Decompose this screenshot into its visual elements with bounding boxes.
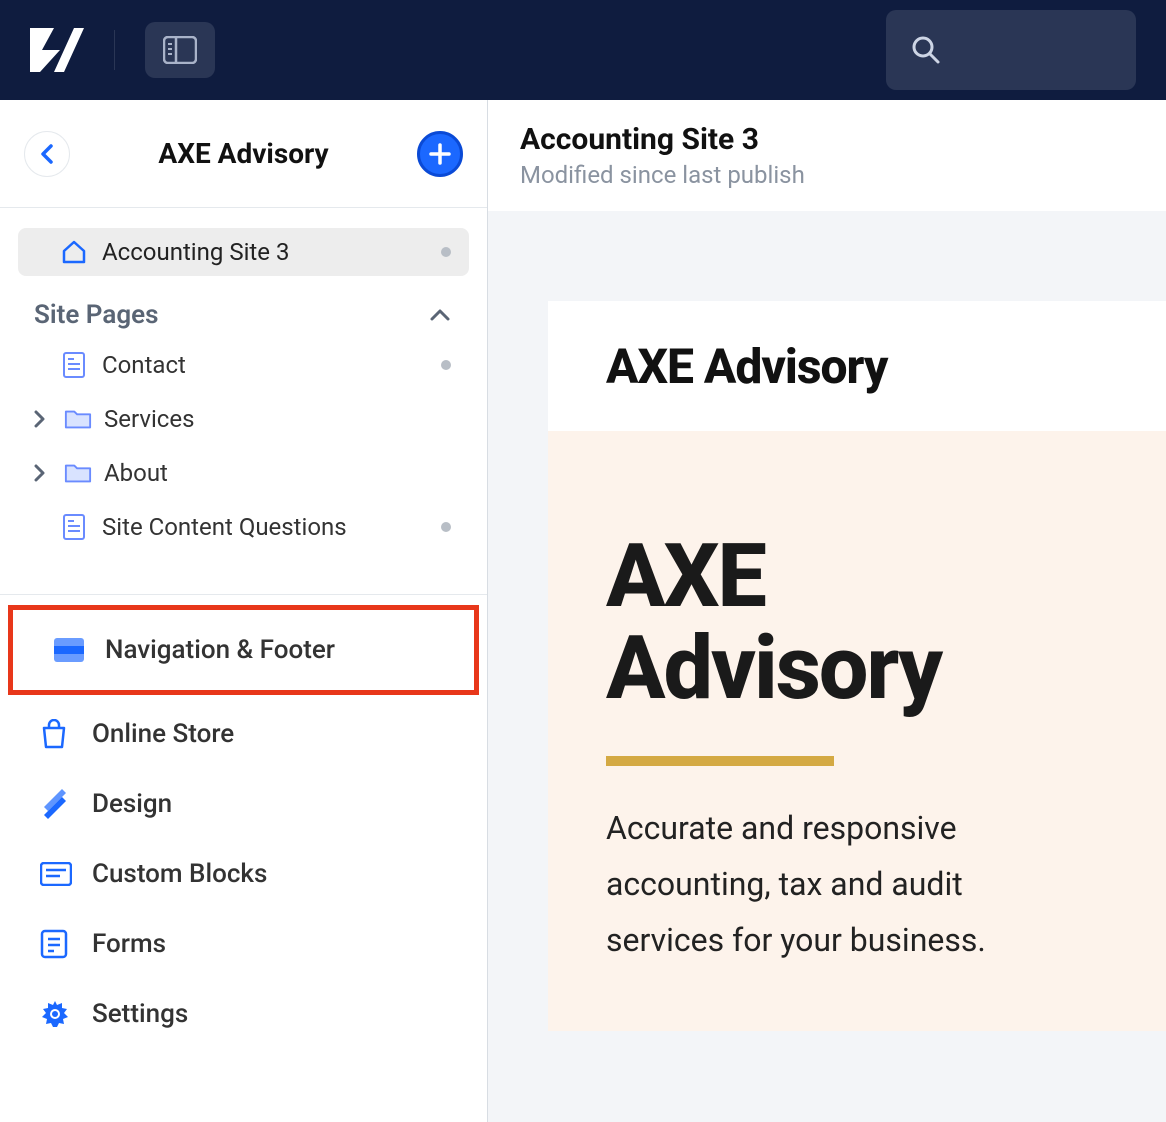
forms-icon bbox=[40, 929, 72, 959]
site-pages-toggle[interactable]: Site Pages bbox=[18, 276, 469, 338]
chevron-right-icon bbox=[34, 410, 46, 428]
page-label: Services bbox=[104, 405, 451, 433]
topbar-divider bbox=[114, 30, 115, 70]
sidebar-header: AXE Advisory bbox=[0, 100, 487, 208]
modified-dot bbox=[441, 522, 451, 532]
menu-forms[interactable]: Forms bbox=[0, 909, 487, 979]
expand-chevron[interactable] bbox=[28, 464, 52, 482]
menu-online-store[interactable]: Online Store bbox=[0, 699, 487, 769]
menu-navigation-footer[interactable]: Navigation & Footer bbox=[13, 610, 474, 690]
site-header-block[interactable]: AXE Advisory bbox=[548, 301, 1166, 431]
page-item-contact[interactable]: Contact bbox=[18, 338, 469, 392]
page-label: Site Content Questions bbox=[102, 513, 429, 541]
preview-title: Accounting Site 3 bbox=[520, 122, 1134, 157]
site-hero-block[interactable]: AXE Advisory Accurate and responsive acc… bbox=[548, 431, 1166, 1031]
home-page-label: Accounting Site 3 bbox=[102, 238, 427, 266]
app-logo bbox=[30, 28, 84, 72]
menu-label: Settings bbox=[92, 999, 188, 1029]
chevron-up-icon bbox=[429, 308, 451, 322]
highlight-annotation: Navigation & Footer bbox=[8, 605, 479, 695]
folder-icon bbox=[64, 407, 92, 431]
site-header-text: AXE Advisory bbox=[606, 338, 887, 395]
blocks-icon bbox=[40, 862, 72, 886]
topbar bbox=[0, 0, 1166, 100]
expand-chevron[interactable] bbox=[28, 410, 52, 428]
modified-dot bbox=[441, 360, 451, 370]
main: AXE Advisory Accounting Site 3 Site Page… bbox=[0, 100, 1166, 1122]
menu-custom-blocks[interactable]: Custom Blocks bbox=[0, 839, 487, 909]
search-button[interactable] bbox=[886, 10, 1136, 90]
sidebar-menu: Navigation & Footer Online Store Design bbox=[0, 594, 487, 1049]
home-page-row[interactable]: Accounting Site 3 bbox=[18, 228, 469, 276]
panel-toggle-button[interactable] bbox=[145, 22, 215, 78]
folder-icon bbox=[64, 461, 92, 485]
hero-body: Accurate and responsive accounting, tax … bbox=[606, 800, 1066, 968]
back-button[interactable] bbox=[24, 131, 70, 177]
panel-icon bbox=[163, 36, 197, 64]
menu-label: Custom Blocks bbox=[92, 859, 267, 889]
menu-design[interactable]: Design bbox=[0, 769, 487, 839]
gear-icon bbox=[40, 999, 72, 1029]
sidebar-body: Accounting Site 3 Site Pages Contact bbox=[0, 208, 487, 554]
preview-canvas: AXE Advisory AXE Advisory Accurate and r… bbox=[488, 211, 1166, 1122]
document-icon bbox=[62, 513, 90, 541]
search-icon bbox=[910, 34, 942, 66]
shopping-bag-icon bbox=[40, 719, 72, 749]
chevron-right-icon bbox=[34, 464, 46, 482]
menu-label: Design bbox=[92, 789, 172, 819]
add-button[interactable] bbox=[417, 131, 463, 177]
page-label: Contact bbox=[102, 351, 429, 379]
preview-pane: Accounting Site 3 Modified since last pu… bbox=[488, 100, 1166, 1122]
hero-underline bbox=[606, 756, 834, 766]
site-pages-label: Site Pages bbox=[34, 300, 158, 330]
page-item-services[interactable]: Services bbox=[18, 392, 469, 446]
menu-label: Online Store bbox=[92, 719, 234, 749]
document-icon bbox=[62, 351, 90, 379]
navigation-icon bbox=[53, 637, 85, 663]
page-item-site-content-questions[interactable]: Site Content Questions bbox=[18, 500, 469, 554]
chevron-left-icon bbox=[40, 144, 54, 164]
menu-settings[interactable]: Settings bbox=[0, 979, 487, 1049]
preview-subtitle: Modified since last publish bbox=[520, 161, 1134, 189]
design-icon bbox=[40, 789, 72, 819]
home-icon bbox=[60, 238, 88, 266]
menu-label: Navigation & Footer bbox=[105, 635, 335, 665]
page-item-about[interactable]: About bbox=[18, 446, 469, 500]
sidebar: AXE Advisory Accounting Site 3 Site Page… bbox=[0, 100, 488, 1122]
sidebar-title: AXE Advisory bbox=[88, 137, 399, 170]
page-label: About bbox=[104, 459, 451, 487]
preview-header: Accounting Site 3 Modified since last pu… bbox=[488, 100, 1166, 211]
hero-title: AXE Advisory bbox=[606, 531, 1108, 716]
plus-icon bbox=[429, 143, 451, 165]
modified-dot bbox=[441, 247, 451, 257]
menu-label: Forms bbox=[92, 929, 166, 959]
